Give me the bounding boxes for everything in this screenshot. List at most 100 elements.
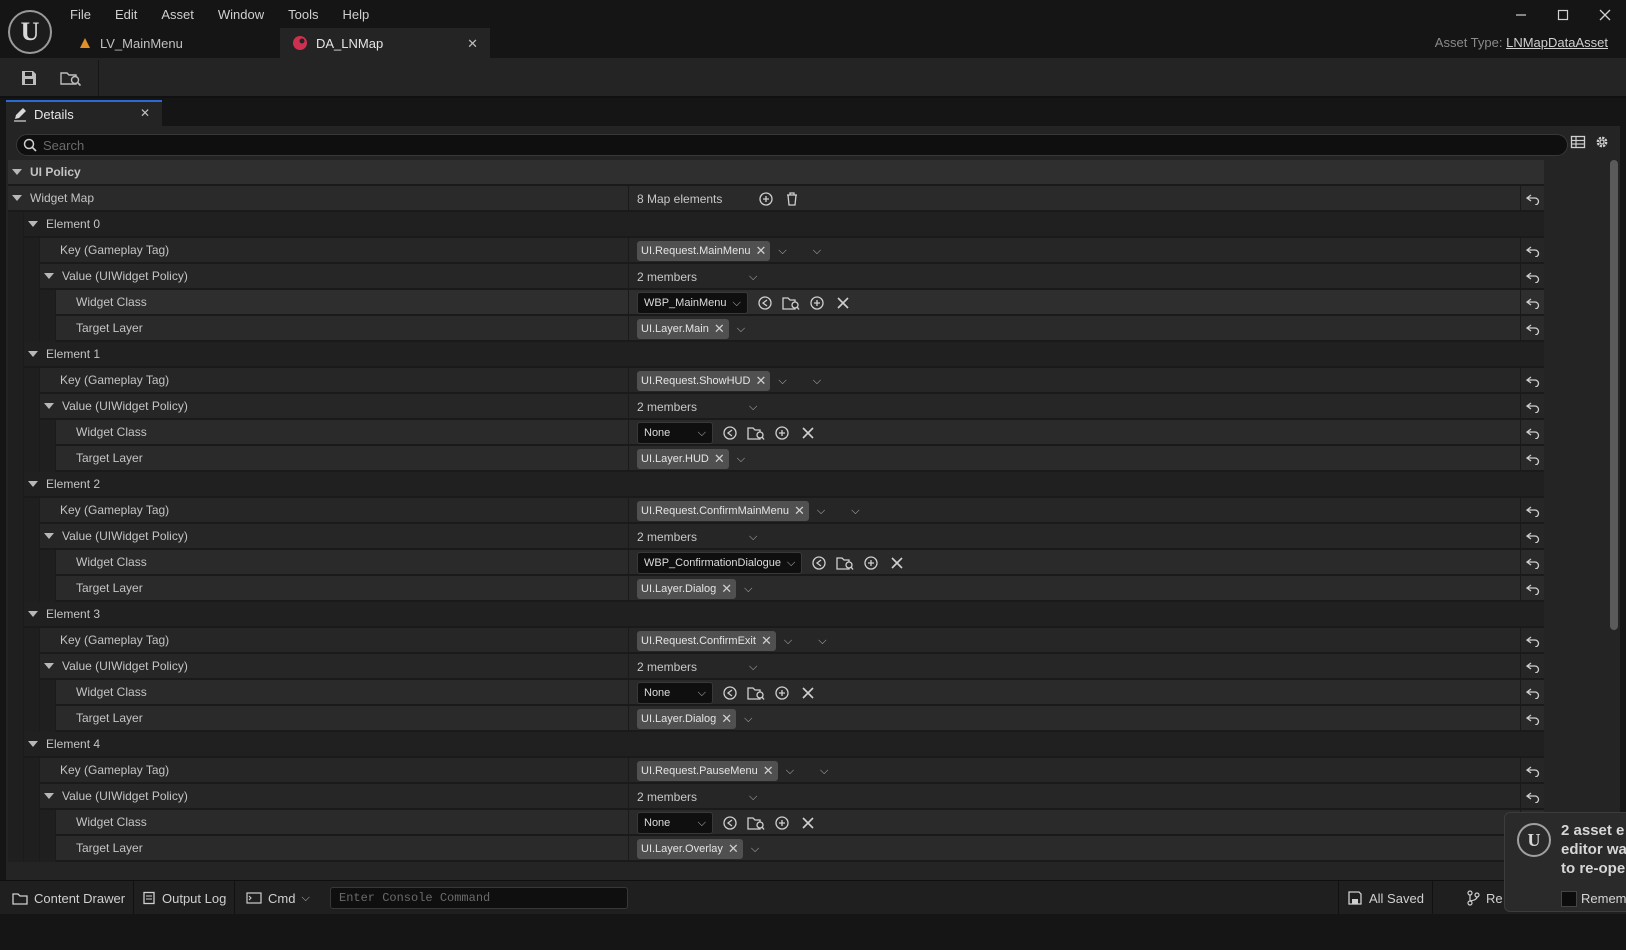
widget-class-combo[interactable]: WBP_ConfirmationDialogue ⌵ (637, 552, 803, 574)
expand-arrow-icon[interactable] (28, 481, 38, 487)
console-command-input[interactable] (331, 888, 627, 908)
menu-edit[interactable]: Edit (103, 4, 149, 26)
chevron-down-icon[interactable]: ⌵ (737, 453, 745, 466)
menu-help[interactable]: Help (330, 4, 381, 26)
settings-button[interactable] (1594, 134, 1610, 150)
widget-class-combo[interactable]: None ⌵ (637, 682, 713, 704)
output-log-button[interactable]: Output Log (134, 881, 236, 915)
layer-tag-chip[interactable]: UI.Layer.Dialog ✕ (637, 709, 737, 729)
revision-control-button[interactable]: Re (1458, 881, 1511, 915)
cmd-dropdown[interactable]: Cmd ⌵ (238, 881, 318, 915)
create-new-button[interactable] (808, 294, 826, 312)
minimize-button[interactable] (1500, 0, 1542, 30)
create-new-button[interactable] (862, 554, 880, 572)
clear-button[interactable] (888, 554, 906, 572)
chevron-down-icon[interactable]: ⌵ (786, 765, 794, 778)
use-selected-button[interactable] (721, 684, 739, 702)
remove-tag-icon[interactable]: ✕ (721, 711, 732, 727)
expand-arrow-icon[interactable] (44, 403, 54, 409)
chevron-down-icon[interactable]: ⌵ (784, 635, 792, 648)
reset-to-default-button[interactable] (1520, 680, 1544, 706)
browse-button[interactable] (747, 424, 765, 442)
remove-tag-icon[interactable]: ✕ (721, 581, 732, 597)
browse-button[interactable] (836, 554, 854, 572)
reset-to-default-button[interactable] (1520, 524, 1544, 550)
create-new-button[interactable] (773, 424, 791, 442)
layer-tag-chip[interactable]: UI.Layer.Dialog ✕ (637, 579, 737, 599)
chevron-down-icon[interactable]: ⌵ (749, 271, 757, 284)
chevron-down-icon[interactable]: ⌵ (749, 791, 757, 804)
use-selected-button[interactable] (721, 424, 739, 442)
category-ui-policy[interactable]: UI Policy (8, 160, 1544, 186)
chevron-down-icon[interactable]: ⌵ (851, 505, 859, 518)
property-matrix-button[interactable] (1570, 134, 1586, 150)
reset-to-default-button[interactable] (1520, 394, 1544, 420)
clear-elements-button[interactable] (783, 190, 801, 208)
expand-arrow-icon[interactable] (12, 169, 22, 175)
reset-to-default-button[interactable] (1520, 316, 1544, 342)
maximize-button[interactable] (1542, 0, 1584, 30)
reset-to-default-button[interactable] (1520, 420, 1544, 446)
layer-tag-chip[interactable]: UI.Layer.Main ✕ (637, 319, 729, 339)
clear-button[interactable] (834, 294, 852, 312)
use-selected-button[interactable] (756, 294, 774, 312)
content-drawer-button[interactable]: Content Drawer (4, 881, 135, 915)
tab-da-lnmap[interactable]: DA_LNMap ✕ (280, 28, 490, 58)
clear-button[interactable] (799, 424, 817, 442)
gameplay-tag-chip[interactable]: UI.Request.ConfirmExit ✕ (637, 631, 776, 651)
details-tab-close-icon[interactable]: ✕ (140, 106, 150, 120)
remove-tag-icon[interactable]: ✕ (794, 503, 805, 519)
remove-tag-icon[interactable]: ✕ (714, 451, 725, 467)
reset-to-default-button[interactable] (1520, 264, 1544, 290)
asset-type-link[interactable]: LNMapDataAsset (1506, 35, 1608, 50)
chevron-down-icon[interactable]: ⌵ (817, 505, 825, 518)
expand-arrow-icon[interactable] (44, 273, 54, 279)
expand-arrow-icon[interactable] (28, 351, 38, 357)
use-selected-button[interactable] (810, 554, 828, 572)
expand-arrow-icon[interactable] (28, 611, 38, 617)
reset-to-default-button[interactable] (1520, 628, 1544, 654)
layer-tag-chip[interactable]: UI.Layer.Overlay ✕ (637, 839, 743, 859)
chevron-down-icon[interactable]: ⌵ (813, 375, 821, 388)
create-new-button[interactable] (773, 814, 791, 832)
chevron-down-icon[interactable]: ⌵ (749, 531, 757, 544)
close-window-button[interactable] (1584, 0, 1626, 30)
reset-to-default-button[interactable] (1520, 784, 1544, 810)
remember-checkbox[interactable] (1561, 891, 1577, 907)
reset-to-default-button[interactable] (1520, 186, 1544, 212)
menu-asset[interactable]: Asset (149, 4, 206, 26)
remove-tag-icon[interactable]: ✕ (761, 633, 772, 649)
clear-button[interactable] (799, 684, 817, 702)
unreal-logo-icon[interactable]: U (8, 10, 52, 54)
expand-arrow-icon[interactable] (28, 221, 38, 227)
reset-to-default-button[interactable] (1520, 550, 1544, 576)
search-input[interactable] (43, 137, 1443, 153)
widget-class-combo[interactable]: WBP_MainMenu ⌵ (637, 292, 748, 314)
create-new-button[interactable] (773, 684, 791, 702)
menu-tools[interactable]: Tools (276, 4, 330, 26)
layer-tag-chip[interactable]: UI.Layer.HUD ✕ (637, 449, 729, 469)
reset-to-default-button[interactable] (1520, 706, 1544, 732)
browse-button[interactable] (747, 684, 765, 702)
gameplay-tag-chip[interactable]: UI.Request.ConfirmMainMenu ✕ (637, 501, 809, 521)
chevron-down-icon[interactable]: ⌵ (751, 843, 759, 856)
chevron-down-icon[interactable]: ⌵ (778, 375, 786, 388)
menu-file[interactable]: File (58, 4, 103, 26)
chevron-down-icon[interactable]: ⌵ (744, 713, 752, 726)
reset-to-default-button[interactable] (1520, 446, 1544, 472)
chevron-down-icon[interactable]: ⌵ (737, 323, 745, 336)
use-selected-button[interactable] (721, 814, 739, 832)
reset-to-default-button[interactable] (1520, 654, 1544, 680)
widget-class-combo[interactable]: None ⌵ (637, 812, 713, 834)
remove-tag-icon[interactable]: ✕ (755, 243, 766, 259)
menu-window[interactable]: Window (206, 4, 276, 26)
expand-arrow-icon[interactable] (44, 793, 54, 799)
gameplay-tag-chip[interactable]: UI.Request.MainMenu ✕ (637, 241, 771, 261)
chevron-down-icon[interactable]: ⌵ (744, 583, 752, 596)
chevron-down-icon[interactable]: ⌵ (778, 245, 786, 258)
browse-button[interactable] (747, 814, 765, 832)
remove-tag-icon[interactable]: ✕ (728, 841, 739, 857)
expand-arrow-icon[interactable] (44, 663, 54, 669)
details-tab[interactable]: Details ✕ (6, 100, 162, 126)
gameplay-tag-chip[interactable]: UI.Request.PauseMenu ✕ (637, 761, 778, 781)
